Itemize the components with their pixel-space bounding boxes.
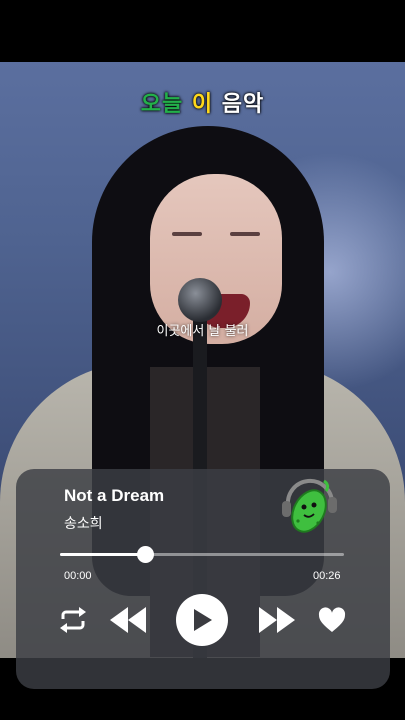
current-time: 00:00	[64, 570, 92, 582]
logo-part-3: 음악	[221, 92, 265, 117]
play-button[interactable]	[176, 594, 228, 646]
lyric-subtitle: 이곳에서 날 불러	[156, 324, 249, 339]
singer-eye	[230, 232, 260, 236]
logo-part-1: 오늘	[140, 92, 184, 117]
singer-eye	[172, 232, 202, 236]
progress-fill	[60, 553, 146, 556]
previous-button[interactable]	[106, 602, 150, 638]
logo-part-2: 이	[191, 92, 214, 117]
progress-thumb[interactable]	[137, 546, 155, 563]
song-title: Not a Dream	[64, 486, 165, 505]
singer-face	[150, 174, 282, 344]
show-logo: 오늘 이 음악	[0, 86, 405, 118]
next-icon	[259, 607, 295, 633]
play-icon	[194, 609, 212, 631]
heart-icon	[318, 607, 346, 632]
previous-icon	[110, 607, 146, 633]
music-player-card: Not a Dream 송소희 00:00 00:26	[16, 469, 390, 689]
microphone-icon	[178, 278, 222, 322]
repeat-button[interactable]	[56, 605, 90, 635]
total-time: 00:26	[313, 570, 341, 582]
cucumber-mascot-icon	[282, 478, 337, 533]
like-button[interactable]	[315, 604, 349, 636]
artist-name: 송소희	[64, 516, 103, 532]
next-button[interactable]	[255, 602, 299, 638]
repeat-icon	[60, 607, 86, 633]
progress-bar[interactable]	[60, 546, 344, 563]
